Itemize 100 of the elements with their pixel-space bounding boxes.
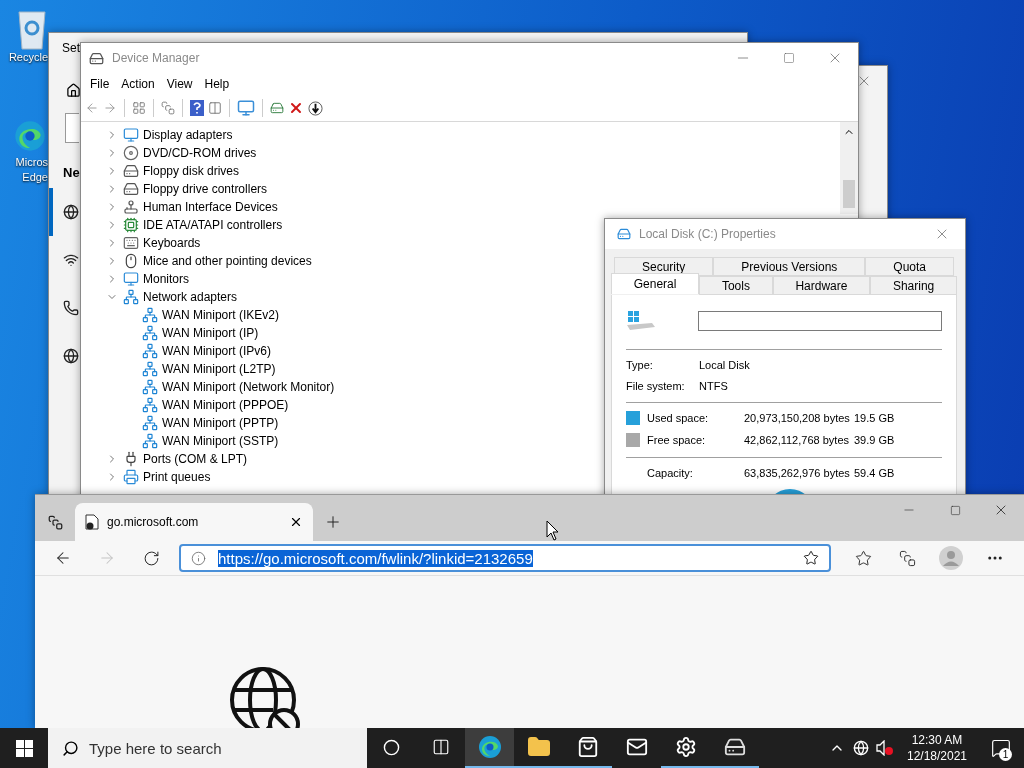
- folder-icon[interactable]: [526, 735, 551, 759]
- maximize-icon[interactable]: [783, 52, 795, 64]
- monitor-icon[interactable]: [237, 99, 255, 117]
- field-label: Free space:: [647, 434, 707, 446]
- tree-item[interactable]: Network adapters: [143, 290, 238, 304]
- info-icon[interactable]: [191, 550, 206, 566]
- clock[interactable]: 12:30 AM 12/18/2021: [898, 732, 976, 764]
- grid-icon[interactable]: [132, 101, 146, 115]
- network-icon: [142, 397, 158, 413]
- home-icon[interactable]: [66, 83, 81, 98]
- menu-item[interactable]: Action: [116, 75, 160, 93]
- task-view-icon[interactable]: [431, 738, 450, 756]
- byte-count: 42,862,112,768 bytes: [744, 434, 850, 446]
- mouse-icon: [123, 253, 139, 269]
- tab[interactable]: Quota: [865, 257, 954, 276]
- menu-item[interactable]: View: [161, 75, 198, 93]
- size-value: 19.5 GB: [854, 412, 896, 424]
- field-label: Type:: [626, 358, 654, 371]
- tree-item[interactable]: Keyboards: [143, 236, 201, 250]
- windows-start-icon[interactable]: [15, 739, 33, 757]
- volume-muted-icon[interactable]: [876, 740, 894, 756]
- tree-item[interactable]: WAN Miniport (IPv6): [162, 344, 271, 358]
- tree-item[interactable]: WAN Miniport (Network Monitor): [162, 380, 335, 394]
- profile-avatar-icon[interactable]: [939, 546, 963, 570]
- favorites-icon[interactable]: [854, 549, 872, 567]
- tree-item[interactable]: Mice and other pointing devices: [143, 254, 312, 268]
- tree-item[interactable]: WAN Miniport (PPTP): [162, 416, 279, 430]
- collections-icon[interactable]: [898, 549, 916, 567]
- network-icon: [142, 379, 158, 395]
- network-icon[interactable]: [853, 740, 869, 756]
- tab-actions-icon[interactable]: [47, 514, 63, 530]
- wifi-icon: [63, 252, 79, 268]
- mail-icon[interactable]: [625, 736, 648, 758]
- tab[interactable]: Previous Versions: [713, 257, 866, 276]
- refresh-icon[interactable]: [142, 549, 160, 567]
- cortana-icon[interactable]: [383, 738, 400, 756]
- close-tab-icon[interactable]: [289, 515, 303, 529]
- scrollbar[interactable]: [840, 122, 858, 214]
- tree-item[interactable]: Floppy disk drives: [143, 164, 240, 178]
- menu-item[interactable]: Help: [199, 75, 235, 93]
- uninstall-icon[interactable]: [288, 100, 304, 116]
- help-icon[interactable]: [190, 100, 204, 116]
- tree-item[interactable]: Display adapters: [143, 128, 233, 142]
- monitor-icon: [123, 271, 139, 287]
- tree-item[interactable]: WAN Miniport (PPPOE): [162, 398, 289, 412]
- tree-item[interactable]: Monitors: [143, 272, 189, 286]
- scrollbar-thumb[interactable]: [843, 180, 855, 208]
- tab[interactable]: Hardware: [772, 276, 871, 295]
- search-field[interactable]: [65, 113, 79, 143]
- chip-icon: [123, 217, 139, 233]
- browser-tab[interactable]: go.microsoft.com: [75, 503, 313, 541]
- drive-icon: [123, 163, 139, 179]
- network-icon: [142, 433, 158, 449]
- edge-logo-icon[interactable]: [14, 120, 46, 152]
- tab[interactable]: Tools: [699, 276, 773, 295]
- tree-item[interactable]: DVD/CD-ROM drives: [143, 146, 257, 160]
- tree-item[interactable]: WAN Miniport (IP): [162, 326, 259, 340]
- tree-item[interactable]: WAN Miniport (SSTP): [162, 434, 279, 448]
- drive-icon: [626, 310, 656, 332]
- search-icon: [62, 739, 79, 757]
- drive-icon[interactable]: [723, 736, 746, 758]
- window-title: Device Manager: [112, 51, 200, 65]
- shopping-bag-icon[interactable]: [576, 736, 599, 758]
- back-icon[interactable]: [54, 549, 72, 567]
- tab[interactable]: Sharing: [870, 276, 957, 295]
- desktop-icon-label: Recycle: [8, 50, 48, 65]
- notifications-button[interactable]: 1: [978, 728, 1024, 768]
- settings-icon[interactable]: [674, 736, 697, 758]
- tree-item[interactable]: WAN Miniport (L2TP): [162, 362, 276, 376]
- field-value: Local Disk: [699, 358, 751, 371]
- tree-item[interactable]: Ports (COM & LPT): [143, 452, 247, 466]
- section-heading: Ne: [63, 165, 80, 180]
- globe-icon: [63, 204, 79, 220]
- page-blocked-icon: [85, 514, 99, 530]
- address-bar[interactable]: https://go.microsoft.com/fwlink/?linkid=2132659: [179, 544, 831, 572]
- network-icon: [142, 325, 158, 341]
- taskbar-search-field[interactable]: Type here to search: [48, 728, 367, 768]
- tree-item[interactable]: Floppy drive controllers: [143, 182, 268, 196]
- byte-count: 63,835,262,976 bytes: [744, 467, 851, 479]
- tree-item[interactable]: Human Interface Devices: [143, 200, 278, 214]
- menu-item[interactable]: File: [85, 75, 115, 93]
- drive-icon: [123, 181, 139, 197]
- maximize-icon[interactable]: [949, 504, 961, 516]
- window-title: Local Disk (C:) Properties: [639, 227, 776, 241]
- disc-icon: [123, 145, 139, 161]
- keyboard-icon: [123, 235, 139, 251]
- drive-name-field[interactable]: [698, 311, 942, 331]
- plug-icon: [123, 451, 139, 467]
- add-favorite-icon[interactable]: [803, 550, 819, 566]
- tree-item[interactable]: IDE ATA/ATAPI controllers: [143, 218, 283, 232]
- tree-item[interactable]: WAN Miniport (IKEv2): [162, 308, 279, 322]
- notifications-icon[interactable]: [991, 738, 1011, 758]
- columns-icon[interactable]: [208, 101, 222, 115]
- download-circle-icon[interactable]: [308, 100, 323, 116]
- tab[interactable]: General: [611, 273, 700, 294]
- edge-logo-icon[interactable]: [477, 735, 502, 759]
- recycle-bin-icon[interactable]: [18, 8, 46, 50]
- forward-icon[interactable]: [103, 101, 117, 115]
- tree-item[interactable]: Print queues: [143, 470, 211, 484]
- new-tab-icon[interactable]: [324, 513, 342, 531]
